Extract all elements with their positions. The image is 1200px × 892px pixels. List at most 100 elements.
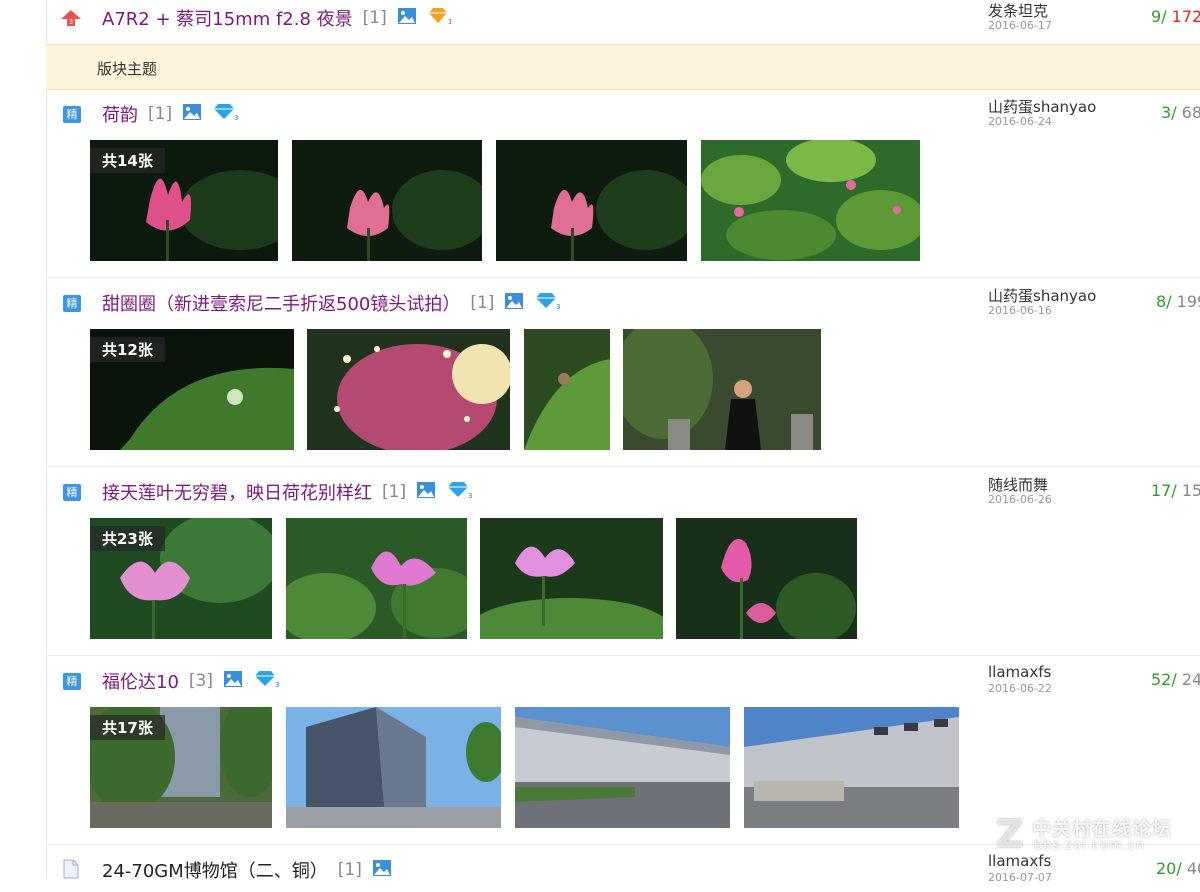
diamond-icon: 3	[212, 103, 239, 125]
separator: /	[1176, 859, 1182, 878]
photo-thumbnail[interactable]: 共23张	[90, 518, 272, 639]
view-count: 172	[1171, 7, 1200, 26]
photo-count-tag: 共17张	[90, 715, 165, 740]
page-count[interactable]: [1]	[470, 293, 494, 313]
photo-thumbnail[interactable]	[480, 518, 663, 639]
photo-thumbnail[interactable]	[515, 707, 730, 828]
diamond-icon: 3	[253, 670, 279, 692]
separator: /	[1171, 103, 1177, 122]
thread-title[interactable]: 24-70GM博物馆（二、铜）	[102, 857, 328, 883]
post-date: 2016-06-22	[988, 682, 1052, 695]
author-name[interactable]: 随线而舞	[988, 474, 1048, 495]
reply-view-stat: 3/ 68	[1161, 103, 1200, 122]
svg-text:1: 1	[448, 18, 451, 25]
page-count[interactable]: [1]	[363, 8, 387, 28]
watermark-line2: bbs.zol.com.cn	[1034, 838, 1146, 853]
author-name[interactable]: llamaxfs	[988, 663, 1051, 681]
svg-text:3: 3	[556, 303, 560, 310]
image-icon	[182, 103, 202, 125]
image-icon	[372, 859, 392, 881]
site-watermark: Z 中关村在线论坛 bbs.zol.com.cn	[996, 812, 1196, 860]
thread-row[interactable]: 精 接天莲叶无穷碧，映日荷花别样红 [1] 3 随线而舞 2016-06-26 …	[46, 474, 1200, 656]
section-header: 版块主题	[46, 44, 1200, 90]
svg-text:3: 3	[468, 492, 472, 499]
thread-row[interactable]: 3 A7R2 + 蔡司15mm f2.8 夜景 [1] 1 发条坦克 2016-…	[46, 0, 1200, 43]
photo-thumbnail[interactable]	[524, 329, 610, 450]
hot-up-icon: 3	[60, 9, 82, 31]
author-name[interactable]: 山药蛋shanyao	[988, 285, 1096, 306]
photo-thumbnail[interactable]	[292, 140, 482, 261]
author-name[interactable]: 山药蛋shanyao	[988, 96, 1096, 117]
reply-count: 9	[1151, 7, 1162, 26]
photo-count-tag: 共12张	[90, 337, 165, 362]
page-count[interactable]: [1]	[338, 860, 362, 880]
photo-thumbnail[interactable]	[623, 329, 821, 450]
zol-logo-icon: Z	[996, 812, 1024, 856]
view-count: 15	[1181, 481, 1200, 500]
digest-badge: 精	[63, 484, 81, 501]
separator: /	[1171, 481, 1177, 500]
hot-gem-icon: 1	[427, 7, 452, 29]
post-date: 2016-06-24	[988, 115, 1052, 128]
photo-count-tag: 共14张	[90, 148, 165, 173]
document-icon	[63, 859, 79, 883]
reply-count: 20	[1156, 859, 1177, 878]
reply-view-stat: 8/ 199	[1156, 292, 1200, 311]
post-date: 2016-06-16	[988, 304, 1052, 317]
digest-badge: 精	[63, 106, 81, 123]
reply-count: 8	[1156, 292, 1167, 311]
photo-thumbnail[interactable]	[307, 329, 510, 450]
thread-title[interactable]: 接天莲叶无穷碧，映日荷花别样红	[102, 479, 372, 505]
author-name[interactable]: 发条坦克	[988, 0, 1048, 21]
page-count[interactable]: [1]	[382, 482, 406, 502]
svg-text:3: 3	[234, 114, 238, 121]
thread-title[interactable]: A7R2 + 蔡司15mm f2.8 夜景	[102, 5, 353, 31]
reply-view-stat: 17/ 15	[1151, 481, 1200, 500]
separator: /	[1161, 7, 1167, 26]
reply-count: 3	[1161, 103, 1172, 122]
view-count: 68	[1181, 103, 1200, 122]
svg-text:3: 3	[69, 18, 73, 26]
page-count[interactable]: [1]	[148, 104, 172, 124]
reply-view-stat: 52/ 24	[1151, 670, 1200, 689]
post-date: 2016-06-17	[988, 19, 1052, 32]
photo-thumbnail[interactable]	[286, 518, 467, 639]
section-label: 版块主题	[97, 60, 158, 78]
photo-count-tag: 共23张	[90, 526, 165, 551]
post-date: 2016-07-07	[988, 871, 1052, 884]
image-icon	[504, 292, 524, 314]
thread-title[interactable]: 福伦达10	[102, 668, 179, 694]
photo-thumbnail[interactable]	[744, 707, 959, 828]
diamond-icon: 3	[446, 481, 473, 503]
image-icon	[416, 481, 436, 503]
diamond-icon: 3	[534, 292, 561, 314]
photo-thumbnail[interactable]	[286, 707, 501, 828]
separator: /	[1171, 670, 1177, 689]
svg-text:3: 3	[275, 681, 279, 688]
thread-row[interactable]: 精 甜圈圈（新进壹索尼二手折返500镜头试拍） [1] 3 山药蛋shanyao…	[46, 285, 1200, 467]
page-count[interactable]: [3]	[189, 671, 213, 691]
reply-count: 52	[1151, 670, 1172, 689]
left-sidebar	[0, 0, 47, 879]
photo-thumbnail[interactable]	[701, 140, 920, 261]
photo-thumbnail[interactable]: 共12张	[90, 329, 294, 450]
photo-thumbnail[interactable]	[676, 518, 857, 639]
watermark-line1: 中关村在线论坛	[1032, 818, 1173, 840]
post-date: 2016-06-26	[988, 493, 1052, 506]
digest-badge: 精	[63, 295, 81, 312]
reply-view-stat: 20/ 40	[1156, 859, 1200, 878]
thread-title[interactable]: 荷韵	[102, 101, 138, 127]
photo-thumbnail[interactable]	[496, 140, 687, 261]
separator: /	[1166, 292, 1172, 311]
image-icon	[223, 670, 243, 692]
image-icon	[397, 7, 417, 29]
view-count: 199	[1176, 292, 1200, 311]
reply-count: 17	[1151, 481, 1172, 500]
view-count: 24	[1181, 670, 1200, 689]
thread-title[interactable]: 甜圈圈（新进壹索尼二手折返500镜头试拍）	[102, 290, 460, 316]
photo-thumbnail[interactable]: 共14张	[90, 140, 278, 261]
digest-badge: 精	[63, 673, 81, 690]
photo-thumbnail[interactable]: 共17张	[90, 707, 272, 828]
view-count: 40	[1186, 859, 1200, 878]
thread-row[interactable]: 精 荷韵 [1] 3 山药蛋shanyao 2016-06-24 3/ 68 共…	[46, 96, 1200, 278]
